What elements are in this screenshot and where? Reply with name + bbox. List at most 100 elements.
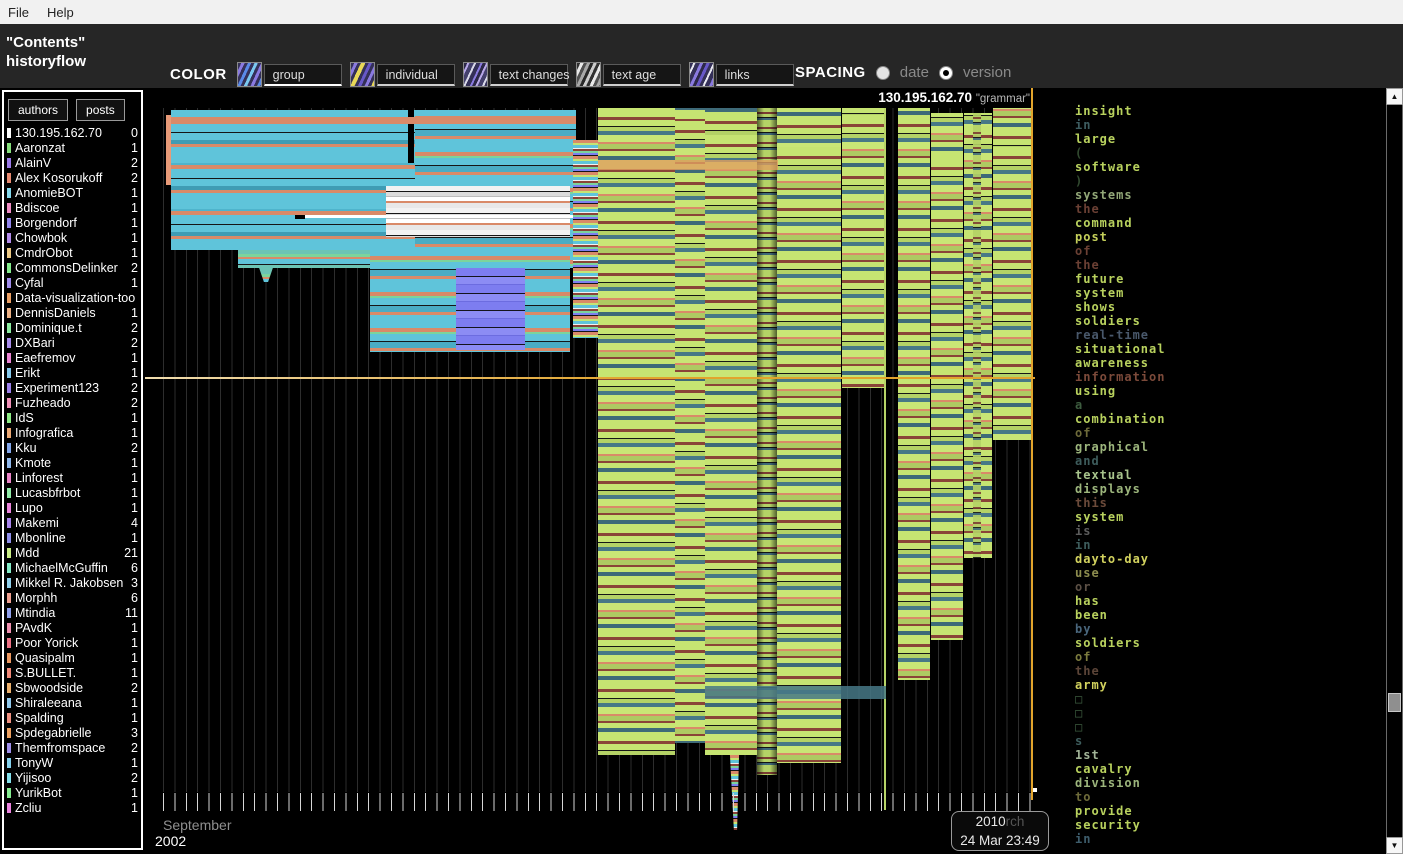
author-row[interactable]: Themfromspace2 [4, 740, 141, 755]
author-name: Lucasbfrbot [15, 486, 128, 500]
document-word: dayto-day [1075, 552, 1386, 566]
author-post-count: 4 [131, 516, 138, 530]
author-row[interactable]: Morphh6 [4, 590, 141, 605]
author-row[interactable]: Mdd21 [4, 545, 141, 560]
spacing-radio-date[interactable] [876, 66, 890, 80]
author-row[interactable]: S.BULLET.1 [4, 665, 141, 680]
author-row[interactable]: PAvdK1 [4, 620, 141, 635]
author-row[interactable]: Dominique.t2 [4, 320, 141, 335]
author-post-count: 1 [131, 366, 138, 380]
version-ticks [163, 793, 1035, 811]
document-word: and [1075, 454, 1386, 468]
color-button-text-changes[interactable]: text changes [463, 62, 568, 87]
author-row[interactable]: Quasipalm1 [4, 650, 141, 665]
author-post-count: 2 [131, 261, 138, 275]
color-button-individual[interactable]: individual [350, 62, 455, 87]
author-row[interactable]: Shiraleeana1 [4, 695, 141, 710]
author-post-count: 1 [131, 501, 138, 515]
author-post-count: 1 [131, 351, 138, 365]
author-row[interactable]: Fuzheado2 [4, 395, 141, 410]
menu-item-file[interactable]: File [8, 5, 29, 20]
author-row[interactable]: AnomieBOT1 [4, 185, 141, 200]
author-row[interactable]: Kmote1 [4, 455, 141, 470]
author-row[interactable]: DennisDaniels1 [4, 305, 141, 320]
author-post-count: 1 [131, 786, 138, 800]
document-word: situational [1075, 342, 1386, 356]
author-post-count: 2 [131, 681, 138, 695]
author-row[interactable]: Data-visualization-tools [4, 290, 141, 305]
tab-posts[interactable]: posts [76, 99, 125, 121]
header: "Contents" historyflow COLOR group indivi… [0, 24, 1403, 88]
author-row[interactable]: Cyfal1 [4, 275, 141, 290]
author-row[interactable]: Erikt1 [4, 365, 141, 380]
scroll-up-button[interactable]: ▲ [1386, 88, 1403, 105]
author-color-swatch [7, 713, 11, 723]
author-row[interactable]: Experiment1232 [4, 380, 141, 395]
author-row[interactable]: Spdegabrielle3 [4, 725, 141, 740]
color-label: COLOR [170, 66, 227, 83]
color-button-links[interactable]: links [689, 62, 794, 87]
scroll-down-button[interactable]: ▼ [1386, 837, 1403, 854]
author-name: YurikBot [15, 786, 128, 800]
author-post-count: 2 [131, 741, 138, 755]
author-row[interactable]: Bdiscoe1 [4, 200, 141, 215]
spacing-option-label: date [900, 64, 929, 81]
author-row[interactable]: Makemi4 [4, 515, 141, 530]
author-row[interactable]: IdS1 [4, 410, 141, 425]
author-row[interactable]: Spalding1 [4, 710, 141, 725]
author-color-swatch [7, 653, 11, 663]
author-color-swatch [7, 263, 11, 273]
flow-black-blob [295, 215, 305, 219]
spacing-radio-version[interactable] [939, 66, 953, 80]
author-row[interactable]: DXBari2 [4, 335, 141, 350]
author-row[interactable]: Lupo1 [4, 500, 141, 515]
author-row[interactable]: Infografica1 [4, 425, 141, 440]
author-row[interactable]: Kku2 [4, 440, 141, 455]
author-row[interactable]: Eaefremov1 [4, 350, 141, 365]
author-row[interactable]: Mtindia11 [4, 605, 141, 620]
author-row[interactable]: YurikBot1 [4, 785, 141, 800]
author-row[interactable]: Aaronzat1 [4, 140, 141, 155]
tab-authors[interactable]: authors [8, 99, 68, 121]
author-color-swatch [7, 218, 11, 228]
author-post-count: 1 [131, 216, 138, 230]
menu-item-help[interactable]: Help [47, 5, 74, 20]
author-row[interactable]: Chowbok1 [4, 230, 141, 245]
color-button-label: text changes [490, 64, 568, 86]
author-post-count: 2 [131, 321, 138, 335]
author-row[interactable]: MichaelMcGuffin6 [4, 560, 141, 575]
author-post-count: 2 [131, 441, 138, 455]
document-word: provide [1075, 804, 1386, 818]
author-row[interactable]: Mikkel R. Jakobsen3 [4, 575, 141, 590]
author-color-swatch [7, 428, 11, 438]
author-row[interactable]: Linforest1 [4, 470, 141, 485]
author-name: Poor Yorick [15, 636, 128, 650]
author-color-swatch [7, 668, 11, 678]
document-text-panel: insightinlarge(software)systemsthecomman… [1060, 88, 1386, 854]
historyflow-app: File Help "Contents" historyflow COLOR gr… [0, 0, 1403, 854]
author-row[interactable]: Poor Yorick1 [4, 635, 141, 650]
author-row[interactable]: Alex Kosorukoff2 [4, 170, 141, 185]
author-row[interactable]: CmdrObot1 [4, 245, 141, 260]
document-word: to [1075, 790, 1386, 804]
author-row[interactable]: Mbonline1 [4, 530, 141, 545]
author-row[interactable]: Borgendorf1 [4, 215, 141, 230]
author-row[interactable]: AlainV2 [4, 155, 141, 170]
scrollbar-track[interactable] [1386, 105, 1403, 837]
app-title: "Contents" historyflow [6, 33, 86, 71]
color-button-text-age[interactable]: text age [576, 62, 681, 87]
author-row[interactable]: CommonsDelinker2 [4, 260, 141, 275]
author-row[interactable]: Sbwoodside2 [4, 680, 141, 695]
flow-pinch [757, 108, 777, 775]
author-row[interactable]: Lucasbfrbot1 [4, 485, 141, 500]
document-word: use [1075, 566, 1386, 580]
author-row[interactable]: Zcliu1 [4, 800, 141, 815]
selected-version-line[interactable] [1031, 88, 1033, 800]
scrollbar-thumb[interactable] [1388, 693, 1401, 712]
author-row[interactable]: Yijisoo2 [4, 770, 141, 785]
color-button-group[interactable]: group [237, 62, 342, 87]
history-flow-canvas[interactable]: 130.195.162.70 "grammar" September 2002 … [145, 88, 1058, 854]
author-color-swatch [7, 368, 11, 378]
author-row[interactable]: 130.195.162.700 [4, 125, 141, 140]
author-row[interactable]: TonyW1 [4, 755, 141, 770]
